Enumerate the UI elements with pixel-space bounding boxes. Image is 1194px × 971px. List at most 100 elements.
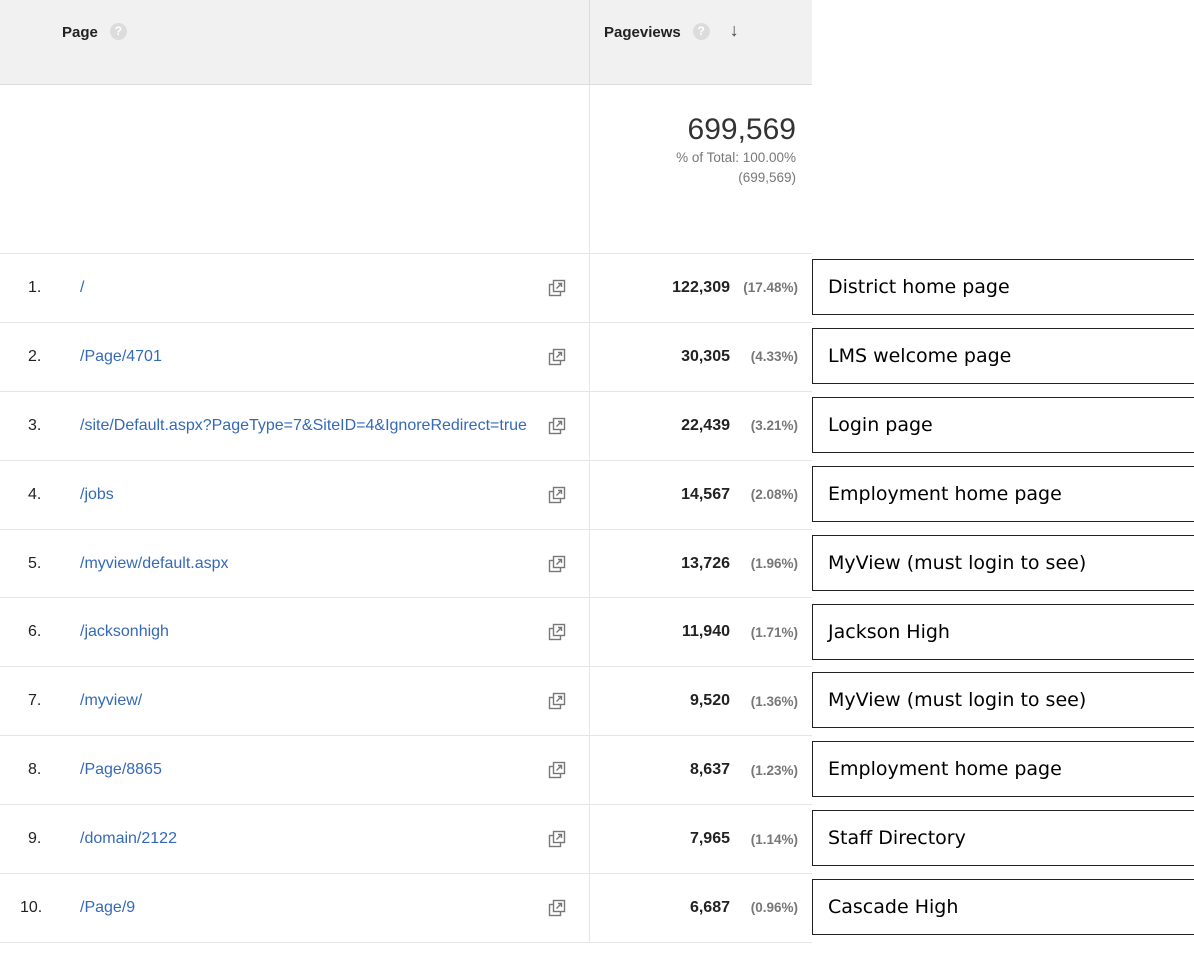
pageviews-value: 30,305 bbox=[681, 347, 730, 365]
page-cell: 9. /domain/2122 bbox=[0, 805, 589, 873]
row-rank: 6. bbox=[28, 623, 42, 641]
pageviews-percent: (1.96%) bbox=[750, 556, 798, 571]
pageviews-percent: (0.96%) bbox=[750, 900, 798, 916]
page-cell: 8. /Page/8865 bbox=[0, 736, 589, 804]
pageviews-cell: 11,940 (1.71%) bbox=[589, 598, 812, 667]
page-path-link[interactable]: /Page/4701 bbox=[80, 347, 550, 367]
pageviews-value: 122,309 bbox=[672, 278, 730, 296]
pageviews-cell: 22,439 (3.21%) bbox=[589, 391, 812, 460]
page-column-header[interactable]: Page ? bbox=[0, 0, 589, 84]
open-in-new-window-icon[interactable] bbox=[548, 623, 566, 641]
page-path-link[interactable]: /Page/8865 bbox=[80, 760, 550, 780]
page-path-link[interactable]: /jobs bbox=[80, 485, 550, 505]
help-icon[interactable]: ? bbox=[692, 23, 710, 40]
pageviews-percent: (17.48%) bbox=[743, 280, 798, 296]
row-rank: 5. bbox=[28, 554, 42, 572]
page-path-link[interactable]: /myview/default.aspx bbox=[80, 554, 550, 574]
annotation-box: District home page bbox=[812, 259, 1194, 315]
pageviews-column-header[interactable]: Pageviews ? ↓ bbox=[589, 0, 812, 84]
pageviews-cell: 30,305 (4.33%) bbox=[589, 322, 812, 391]
total-percent: % of Total: 100.00% bbox=[676, 150, 796, 165]
annotation-box: Employment home page bbox=[812, 741, 1194, 798]
pageviews-cell: 6,687 (0.96%) bbox=[589, 874, 812, 942]
table-row: 10. /Page/9 6,687 (0.96%) bbox=[0, 874, 812, 943]
annotation-box: Employment home page bbox=[812, 465, 1194, 522]
row-rank: 4. bbox=[28, 485, 42, 503]
open-in-new-window-icon[interactable] bbox=[548, 279, 566, 297]
page-cell: 4. /jobs bbox=[0, 461, 589, 529]
pageviews-cell: 8,637 (1.23%) bbox=[589, 736, 812, 805]
pageviews-value: 14,567 bbox=[681, 485, 730, 503]
page-cell: 1. / bbox=[0, 254, 589, 322]
pageviews-percent: (1.23%) bbox=[750, 762, 798, 778]
page-path-link[interactable]: /domain/2122 bbox=[80, 829, 550, 849]
pageviews-value: 22,439 bbox=[681, 416, 730, 434]
pageviews-value: 13,726 bbox=[681, 554, 730, 572]
open-in-new-window-icon[interactable] bbox=[548, 417, 566, 435]
pageviews-percent: (2.08%) bbox=[750, 487, 798, 503]
row-rank: 1. bbox=[28, 278, 42, 296]
pages-report-table: Page ? Pageviews ? ↓ 699,569 % of Total:… bbox=[0, 0, 812, 943]
page-path-link[interactable]: /jacksonhigh bbox=[80, 622, 550, 642]
pageviews-cell: 13,726 (1.96%) bbox=[589, 529, 812, 598]
page-cell: 3. /site/Default.aspx?PageType=7&SiteID=4… bbox=[0, 392, 589, 460]
pageviews-value: 8,637 bbox=[689, 761, 730, 779]
annotation-box: Login page bbox=[812, 396, 1194, 453]
pageviews-value: 6,687 bbox=[689, 898, 730, 916]
page-cell: 6. /jacksonhigh bbox=[0, 598, 589, 666]
pageviews-cell: 14,567 (2.08%) bbox=[589, 460, 812, 529]
pageviews-percent: (1.36%) bbox=[750, 693, 798, 709]
table-row: 9. /domain/2122 7,965 (1.14%) bbox=[0, 805, 812, 875]
pageviews-value: 9,520 bbox=[689, 692, 730, 710]
table-row: 5. /myview/default.aspx 13,726 (1.96%) bbox=[0, 529, 812, 599]
page-path-link[interactable]: /site/Default.aspx?PageType=7&SiteID=4&I… bbox=[80, 416, 550, 436]
page-cell: 7. /myview/ bbox=[0, 667, 589, 735]
sort-descending-icon[interactable]: ↓ bbox=[730, 20, 739, 41]
table-row: 8. /Page/8865 8,637 (1.23%) bbox=[0, 736, 812, 806]
total-pageviews: 699,569 bbox=[687, 113, 796, 146]
annotation-box: Cascade High bbox=[812, 879, 1194, 936]
annotation-box: MyView (must login to see) bbox=[812, 672, 1194, 729]
row-rank: 9. bbox=[28, 830, 42, 848]
pageviews-value: 7,965 bbox=[689, 830, 730, 848]
table-row: 2. /Page/4701 30,305 (4.33%) bbox=[0, 322, 812, 392]
open-in-new-window-icon[interactable] bbox=[548, 486, 566, 504]
row-rank: 3. bbox=[28, 416, 42, 434]
pageviews-percent: (1.14%) bbox=[750, 831, 798, 847]
page-path-link[interactable]: /myview/ bbox=[80, 691, 550, 711]
pageviews-cell: 9,520 (1.36%) bbox=[589, 667, 812, 736]
row-rank: 2. bbox=[28, 347, 42, 365]
annotation-box: Staff Directory bbox=[812, 810, 1194, 867]
total-percent-base: (699,569) bbox=[738, 170, 796, 185]
pageviews-column-label: Pageviews bbox=[604, 24, 681, 41]
pageviews-cell: 122,309 (17.48%) bbox=[589, 254, 812, 322]
annotation-box: Jackson High bbox=[812, 603, 1194, 660]
row-rank: 7. bbox=[28, 692, 42, 710]
page-column-label: Page bbox=[62, 24, 98, 41]
page-path-link[interactable]: /Page/9 bbox=[80, 898, 550, 918]
page-cell: 10. /Page/9 bbox=[0, 874, 589, 942]
open-in-new-window-icon[interactable] bbox=[548, 555, 566, 573]
page-path-link[interactable]: / bbox=[80, 278, 550, 298]
page-cell: 5. /myview/default.aspx bbox=[0, 530, 589, 598]
totals-page-cell bbox=[0, 85, 589, 253]
open-in-new-window-icon[interactable] bbox=[548, 830, 566, 848]
pageviews-cell: 7,965 (1.14%) bbox=[589, 805, 812, 874]
annotation-box: MyView (must login to see) bbox=[812, 534, 1194, 591]
table-header: Page ? Pageviews ? ↓ bbox=[0, 0, 812, 85]
pageviews-percent: (3.21%) bbox=[750, 418, 798, 434]
open-in-new-window-icon[interactable] bbox=[548, 348, 566, 366]
row-rank: 8. bbox=[28, 761, 42, 779]
totals-row: 699,569 % of Total: 100.00% (699,569) bbox=[0, 85, 812, 254]
pageviews-percent: (1.71%) bbox=[750, 624, 798, 640]
open-in-new-window-icon[interactable] bbox=[548, 899, 566, 917]
table-body: 1. / 122,309 (17.48%) 2. /Page/4701 30,305 (4.3… bbox=[0, 254, 812, 943]
table-row: 7. /myview/9,520 (1.36%) bbox=[0, 667, 812, 737]
open-in-new-window-icon[interactable] bbox=[548, 761, 566, 779]
help-icon[interactable]: ? bbox=[109, 23, 127, 40]
table-row: 1. / 122,309 (17.48%) bbox=[0, 254, 812, 323]
open-in-new-window-icon[interactable] bbox=[548, 692, 566, 710]
pageviews-percent: (4.33%) bbox=[750, 349, 798, 365]
annotation-box: LMS welcome page bbox=[812, 327, 1194, 384]
pageviews-value: 11,940 bbox=[681, 623, 730, 641]
